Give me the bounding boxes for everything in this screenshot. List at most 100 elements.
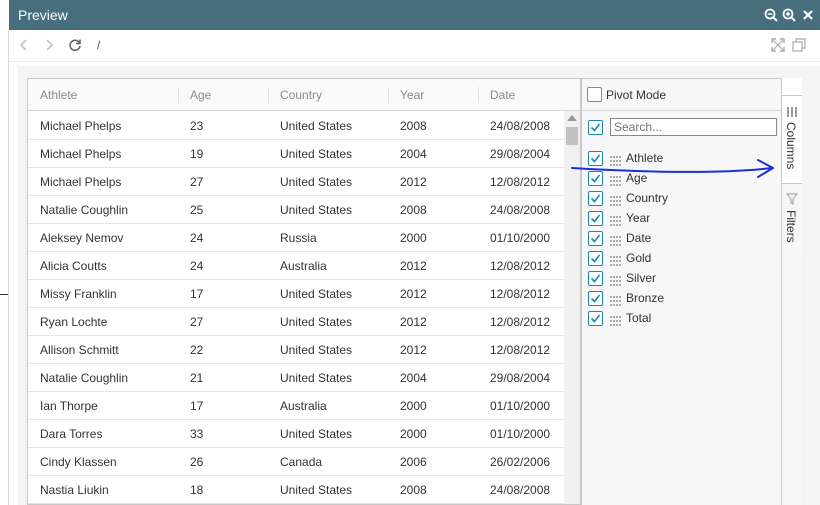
cell-year: 2008 bbox=[400, 203, 427, 217]
column-separator[interactable] bbox=[178, 87, 179, 103]
close-icon[interactable] bbox=[801, 8, 815, 22]
table-row[interactable]: Dara Torres 33 United States 2000 01/10/… bbox=[28, 420, 564, 448]
column-item-athlete[interactable]: Athlete bbox=[588, 149, 778, 169]
column-label: Silver bbox=[626, 271, 657, 285]
cell-year: 2004 bbox=[400, 147, 427, 161]
column-item-age[interactable]: Age bbox=[588, 169, 778, 189]
column-checkbox[interactable] bbox=[588, 211, 603, 226]
column-checkbox[interactable] bbox=[588, 251, 603, 266]
cell-country: United States bbox=[280, 315, 353, 329]
table-row[interactable]: Michael Phelps 19 United States 2004 29/… bbox=[28, 140, 564, 168]
table-row[interactable]: Cindy Klassen 26 Canada 2006 26/02/2006 bbox=[28, 448, 564, 476]
left-border bbox=[8, 30, 9, 505]
column-header-date[interactable]: Date bbox=[490, 88, 515, 102]
restore-window-icon[interactable] bbox=[792, 38, 806, 52]
column-item-bronze[interactable]: Bronze bbox=[588, 289, 778, 309]
drag-handle-icon[interactable] bbox=[610, 193, 622, 206]
select-all-checkbox[interactable] bbox=[588, 120, 603, 135]
drag-handle-icon[interactable] bbox=[610, 233, 622, 246]
column-checkbox[interactable] bbox=[588, 191, 603, 206]
column-search-input[interactable] bbox=[610, 118, 777, 136]
column-header-year[interactable]: Year bbox=[400, 88, 424, 102]
cell-year: 2008 bbox=[400, 119, 427, 133]
forward-icon[interactable] bbox=[42, 38, 56, 52]
cell-date: 24/08/2008 bbox=[490, 119, 551, 133]
drag-handle-icon[interactable] bbox=[610, 213, 622, 226]
back-icon[interactable] bbox=[17, 38, 31, 52]
column-checkbox[interactable] bbox=[588, 311, 603, 326]
drag-handle-icon[interactable] bbox=[610, 173, 622, 186]
column-item-total[interactable]: Total bbox=[588, 309, 778, 329]
drag-handle-icon[interactable] bbox=[610, 153, 622, 166]
title-bar: Preview bbox=[9, 0, 820, 30]
scroll-up-icon[interactable] bbox=[567, 115, 577, 121]
expand-icon[interactable] bbox=[771, 38, 785, 52]
table-row[interactable]: Allison Schmitt 22 United States 2012 12… bbox=[28, 336, 564, 364]
cell-date: 29/08/2004 bbox=[490, 371, 551, 385]
column-separator[interactable] bbox=[478, 87, 479, 103]
cell-athlete: Allison Schmitt bbox=[40, 343, 119, 357]
zoom-out-icon[interactable] bbox=[764, 8, 778, 22]
tab-filters[interactable]: Filters bbox=[782, 184, 802, 256]
table-row[interactable]: Natalie Coughlin 25 United States 2008 2… bbox=[28, 196, 564, 224]
scroll-thumb[interactable] bbox=[566, 127, 578, 145]
column-checkbox[interactable] bbox=[588, 291, 603, 306]
drag-handle-icon[interactable] bbox=[610, 313, 622, 326]
cell-country: United States bbox=[280, 483, 353, 497]
preview-toolbar: / bbox=[9, 30, 820, 62]
drag-handle-icon[interactable] bbox=[610, 293, 622, 306]
column-item-silver[interactable]: Silver bbox=[588, 269, 778, 289]
column-label: Country bbox=[626, 191, 669, 205]
column-header-athlete[interactable]: Athlete bbox=[40, 88, 77, 102]
column-item-gold[interactable]: Gold bbox=[588, 249, 778, 269]
cell-age: 27 bbox=[190, 175, 204, 189]
cell-year: 2012 bbox=[400, 287, 427, 301]
column-header-age[interactable]: Age bbox=[190, 88, 211, 102]
refresh-icon[interactable] bbox=[68, 38, 82, 52]
column-item-date[interactable]: Date bbox=[588, 229, 778, 249]
column-item-country[interactable]: Country bbox=[588, 189, 778, 209]
tab-filters-label: Filters bbox=[784, 210, 798, 243]
table-row[interactable]: Alicia Coutts 24 Australia 2012 12/08/20… bbox=[28, 252, 564, 280]
cell-age: 24 bbox=[190, 231, 204, 245]
column-label: Total bbox=[626, 311, 652, 325]
column-checkbox[interactable] bbox=[588, 171, 603, 186]
cell-country: United States bbox=[280, 371, 353, 385]
table-row[interactable]: Nastia Liukin 18 United States 2008 24/0… bbox=[28, 476, 564, 504]
tab-columns[interactable]: Columns bbox=[782, 96, 802, 184]
data-grid: Athlete Age Country Year Date Michael Ph… bbox=[27, 78, 581, 505]
table-row[interactable]: Aleksey Nemov 24 Russia 2000 01/10/2000 bbox=[28, 224, 564, 252]
table-row[interactable]: Natalie Coughlin 21 United States 2004 2… bbox=[28, 364, 564, 392]
drag-handle-icon[interactable] bbox=[610, 273, 622, 286]
table-row[interactable]: Michael Phelps 27 United States 2012 12/… bbox=[28, 168, 564, 196]
zoom-in-icon[interactable] bbox=[782, 8, 796, 22]
column-label: Gold bbox=[626, 251, 652, 265]
column-separator[interactable] bbox=[268, 87, 269, 103]
column-checkbox[interactable] bbox=[588, 231, 603, 246]
column-item-year[interactable]: Year bbox=[588, 209, 778, 229]
column-checkbox[interactable] bbox=[588, 151, 603, 166]
column-separator[interactable] bbox=[388, 87, 389, 103]
pivot-mode-checkbox[interactable] bbox=[587, 87, 602, 102]
preview-window: Preview / Athlete Age Country Year Date … bbox=[0, 0, 820, 505]
cell-athlete: Cindy Klassen bbox=[40, 455, 117, 469]
table-row[interactable]: Michael Phelps 23 United States 2008 24/… bbox=[28, 112, 564, 140]
cell-age: 26 bbox=[190, 455, 204, 469]
cell-year: 2008 bbox=[400, 483, 427, 497]
vertical-scrollbar[interactable] bbox=[564, 111, 580, 504]
cell-age: 17 bbox=[190, 287, 204, 301]
table-row[interactable]: Ryan Lochte 27 United States 2012 12/08/… bbox=[28, 308, 564, 336]
column-header-country[interactable]: Country bbox=[280, 88, 322, 102]
cell-age: 33 bbox=[190, 427, 204, 441]
drag-handle-icon[interactable] bbox=[610, 253, 622, 266]
cell-age: 22 bbox=[190, 343, 204, 357]
column-label: Date bbox=[626, 231, 652, 245]
pivot-mode-row[interactable]: Pivot Mode bbox=[582, 79, 782, 111]
cell-year: 2012 bbox=[400, 259, 427, 273]
url-path: / bbox=[97, 38, 101, 52]
column-checkbox[interactable] bbox=[588, 271, 603, 286]
table-row[interactable]: Missy Franklin 17 United States 2012 12/… bbox=[28, 280, 564, 308]
cell-athlete: Ian Thorpe bbox=[40, 399, 98, 413]
table-row[interactable]: Ian Thorpe 17 Australia 2000 01/10/2000 bbox=[28, 392, 564, 420]
cell-athlete: Aleksey Nemov bbox=[40, 231, 124, 245]
